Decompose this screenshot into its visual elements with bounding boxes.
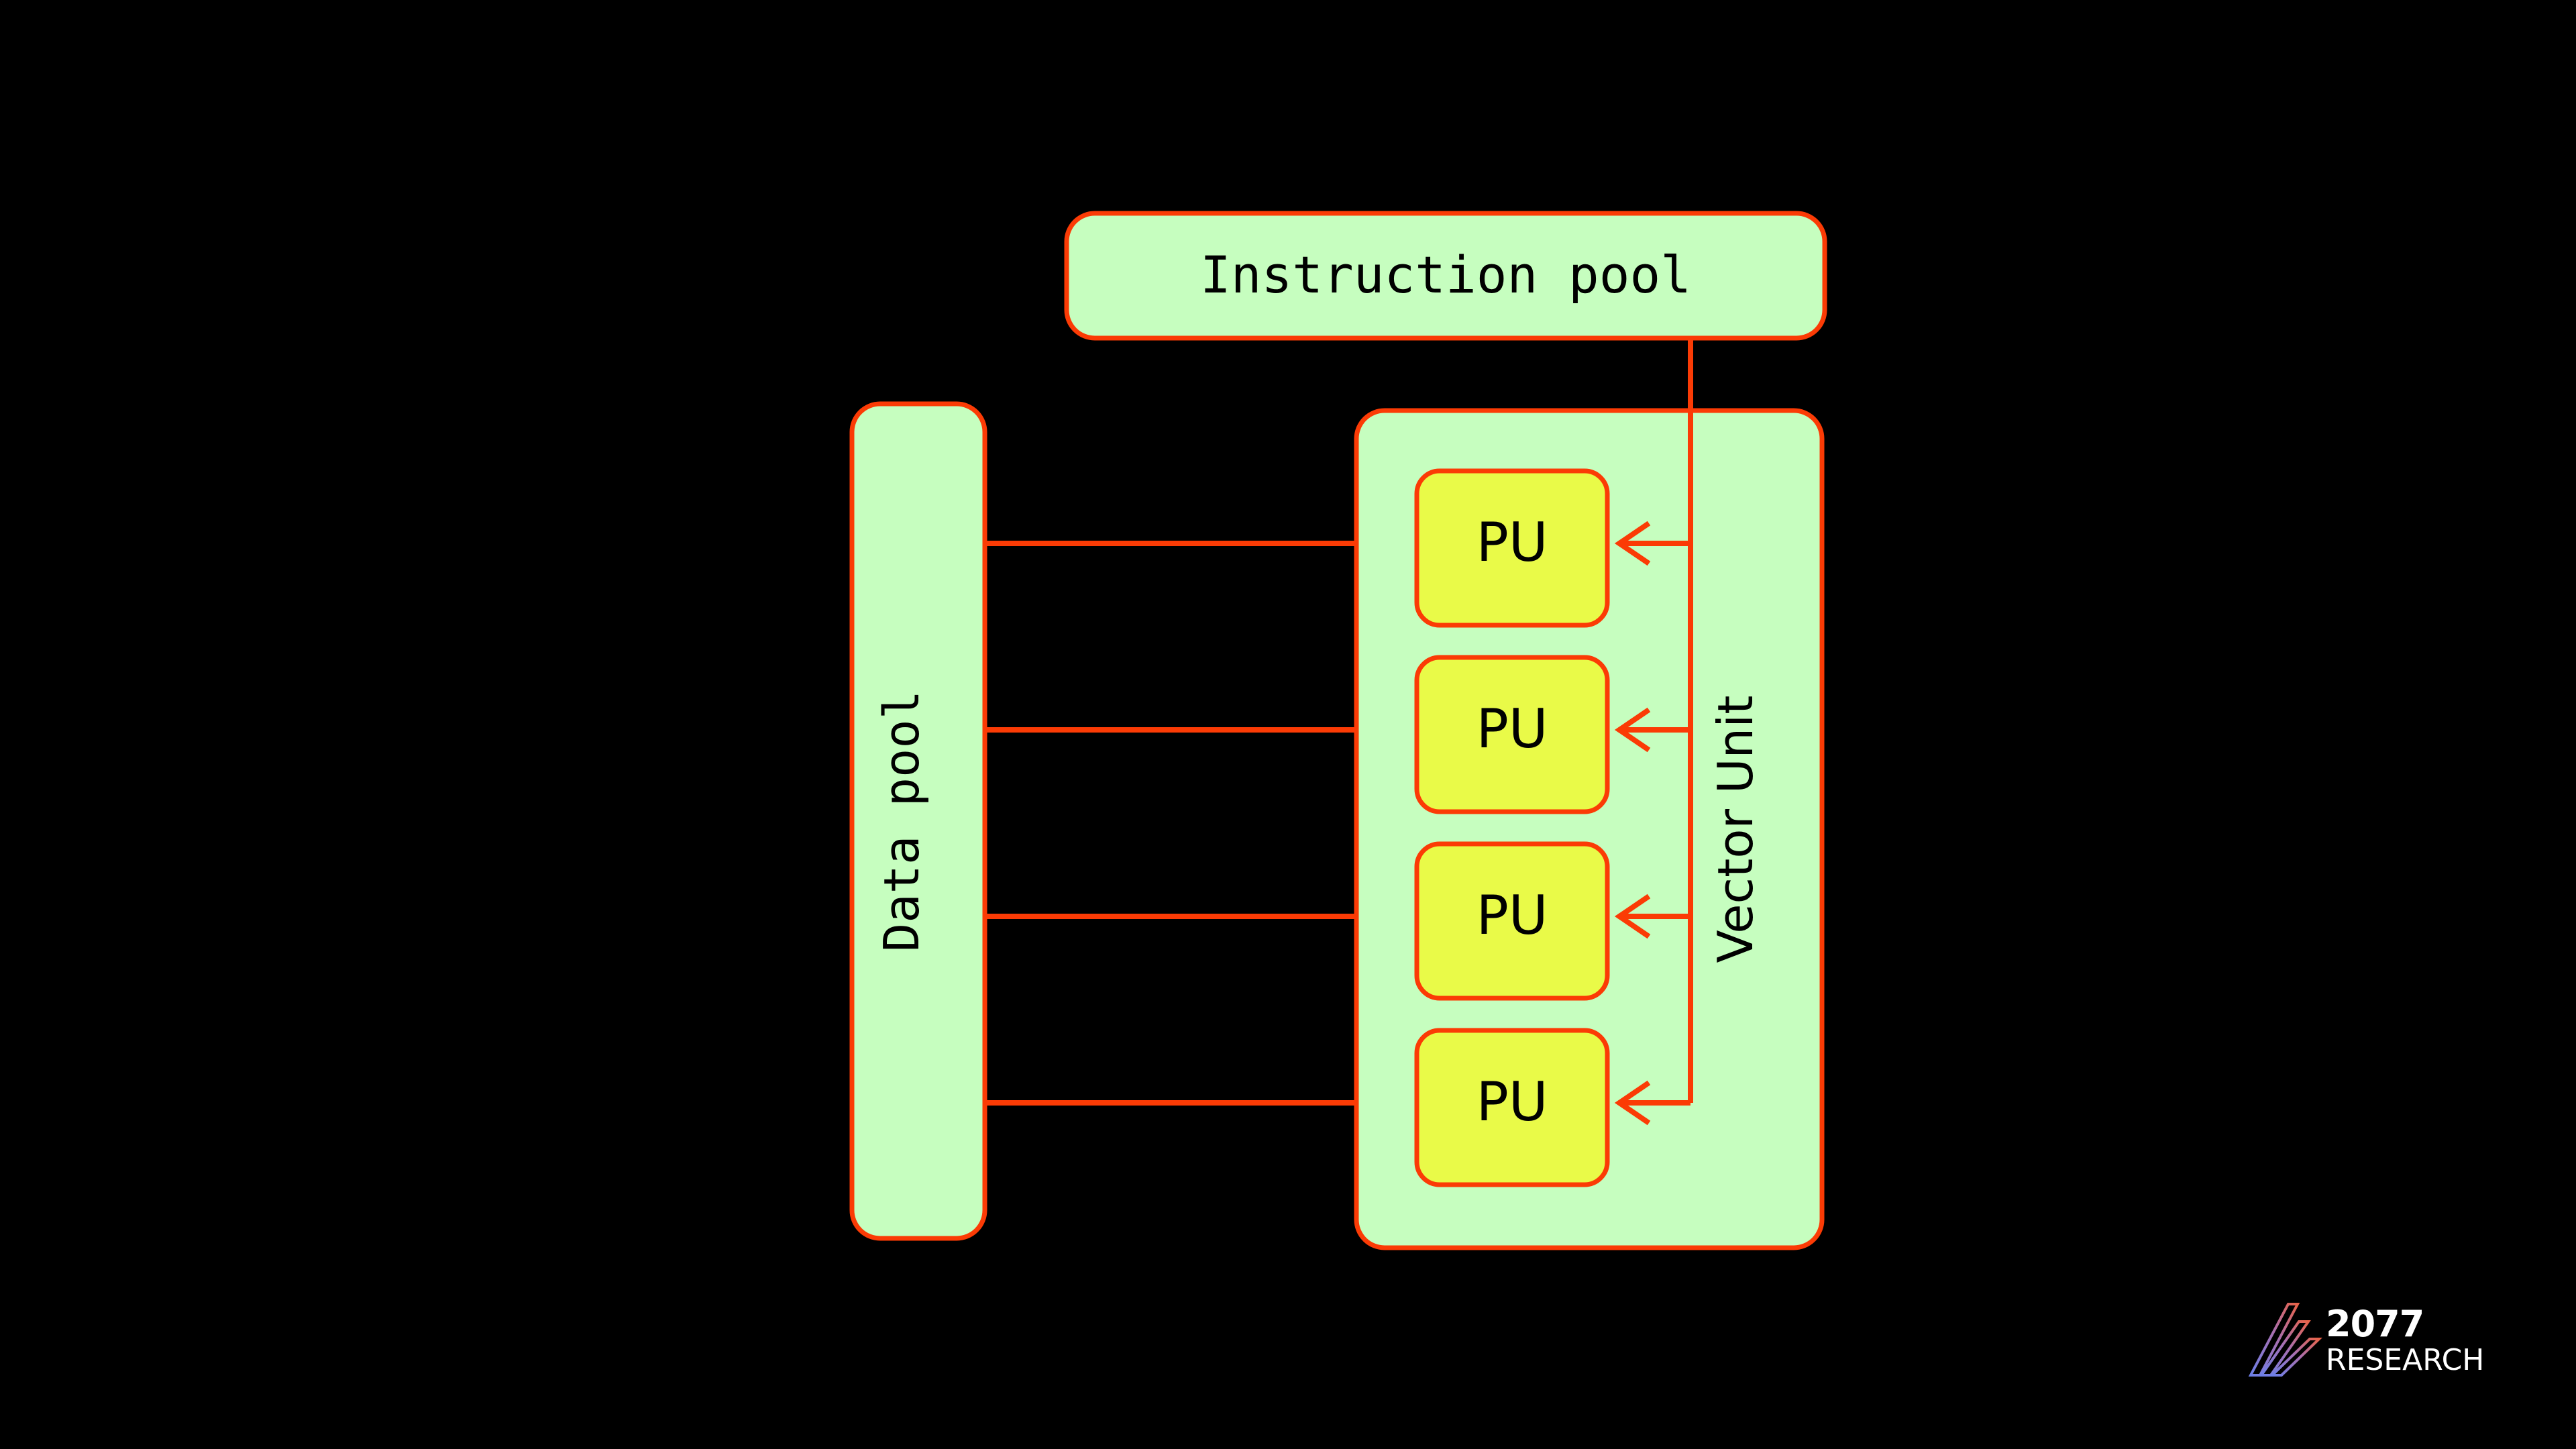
logo-mark-icon — [2248, 1303, 2322, 1377]
pu-1-label: PU — [1477, 511, 1548, 574]
pu-3-label: PU — [1477, 884, 1548, 947]
data-pool-label: Data pool — [873, 690, 930, 952]
simd-block-diagram: Vector Unit Data pool PU PU PU PU Instru… — [849, 211, 1827, 1250]
pu-2-label: PU — [1477, 698, 1548, 760]
node-pu-1[interactable]: PU — [1414, 468, 1610, 628]
pu-4-label: PU — [1477, 1071, 1548, 1133]
node-pu-4[interactable]: PU — [1414, 1028, 1610, 1187]
node-data-pool[interactable]: Data pool — [849, 401, 987, 1241]
diagram-canvas: Vector Unit Data pool PU PU PU PU Instru… — [0, 0, 2576, 1449]
vector-unit-label: Vector Unit — [1707, 696, 1764, 963]
node-instruction-pool[interactable]: Instruction pool — [1064, 211, 1827, 341]
node-pu-2[interactable]: PU — [1414, 655, 1610, 814]
logo-brand-research: RESEARCH — [2326, 1343, 2484, 1377]
logo-brand-2077: 2077 — [2326, 1303, 2424, 1345]
node-pu-3[interactable]: PU — [1414, 841, 1610, 1001]
data-edges-group — [985, 521, 1411, 1126]
instruction-pool-label: Instruction pool — [1200, 245, 1691, 305]
brand-logo: 2077 RESEARCH — [2248, 1303, 2484, 1377]
